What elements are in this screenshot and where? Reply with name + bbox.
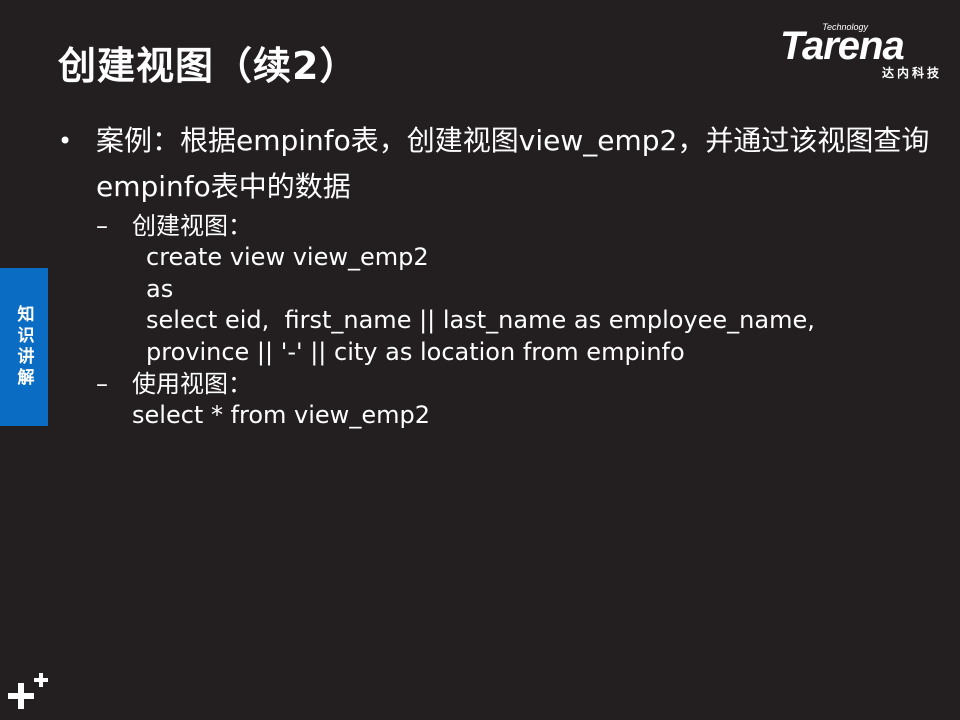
dash-icon: – bbox=[96, 370, 108, 398]
slide-title: 创建视图（续2） bbox=[58, 44, 359, 88]
sub-item-create: – 创建视图： bbox=[96, 210, 948, 242]
slide-content: • 案例：根据empinfo表，创建视图view_emp2，并通过该视图查询em… bbox=[58, 118, 948, 432]
sub-item-use: – 使用视图： bbox=[96, 368, 948, 400]
logo-wordmark: Tarena bbox=[780, 24, 905, 68]
code-line: as bbox=[146, 274, 174, 303]
bullet-text: 案例：根据empinfo表，创建视图view_emp2，并通过该视图查询empi… bbox=[96, 124, 930, 203]
code-block-create: create view view_emp2 as select eid, fir… bbox=[96, 242, 948, 368]
sub-label-create: 创建视图： bbox=[132, 212, 252, 240]
sub-label-use: 使用视图： bbox=[132, 370, 252, 398]
dash-icon: – bbox=[96, 212, 108, 240]
code-line: select eid, first_name || last_name as e… bbox=[146, 306, 815, 334]
bullet-dot-icon: • bbox=[58, 127, 73, 155]
side-tab: 知识讲解 bbox=[0, 268, 48, 426]
plus-plus-icon bbox=[8, 673, 48, 709]
logo-chinese: 达内科技 bbox=[881, 66, 942, 80]
code-line: select * from view_emp2 bbox=[132, 401, 430, 429]
side-tab-label: 知识讲解 bbox=[13, 305, 34, 389]
bullet-item: • 案例：根据empinfo表，创建视图view_emp2，并通过该视图查询em… bbox=[58, 118, 948, 210]
code-line: province || '-' || city as location from… bbox=[146, 337, 685, 366]
code-block-use: select * from view_emp2 bbox=[96, 400, 948, 432]
tarena-logo: Technology Tarena 达内科技 bbox=[780, 22, 948, 84]
slide: 创建视图（续2） Technology Tarena 达内科技 知识讲解 • 案… bbox=[0, 0, 960, 720]
code-line: create view view_emp2 bbox=[146, 243, 429, 271]
